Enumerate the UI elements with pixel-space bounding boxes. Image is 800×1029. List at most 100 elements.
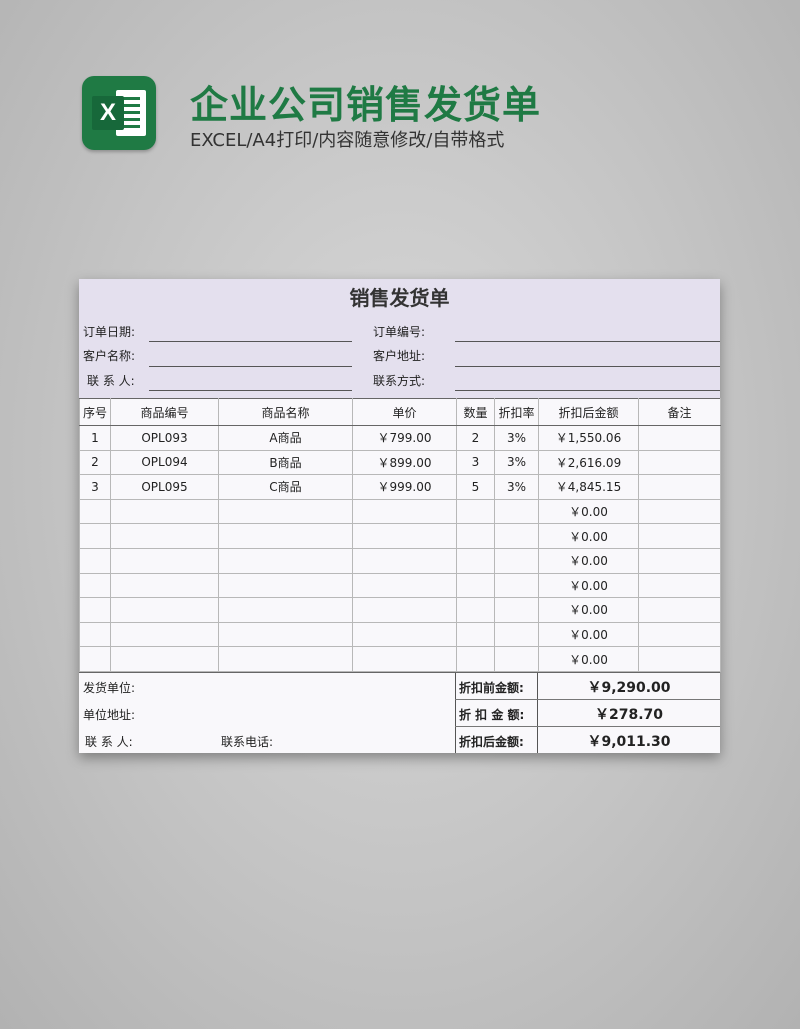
table-cell[interactable]: B商品: [218, 449, 353, 476]
table-cell[interactable]: [456, 597, 495, 623]
table-cell[interactable]: 5: [456, 474, 495, 500]
table-cell[interactable]: [456, 572, 495, 599]
table-cell[interactable]: ￥0.00: [538, 646, 639, 672]
table-cell[interactable]: [218, 523, 353, 549]
table-cell[interactable]: OPL093: [110, 425, 219, 451]
table-cell[interactable]: OPL094: [110, 449, 219, 476]
table-cell[interactable]: 3%: [494, 449, 539, 476]
table-header-row: 序号 商品编号 商品名称 单价 数量 折扣率 折扣后金额 备注: [79, 398, 721, 426]
table-cell[interactable]: ￥0.00: [538, 572, 639, 599]
table-cell[interactable]: [79, 498, 111, 525]
pre-discount-value: ￥9,290.00: [587, 679, 671, 696]
table-cell[interactable]: [79, 523, 111, 549]
table-cell[interactable]: ￥799.00: [352, 425, 457, 451]
table-cell[interactable]: [218, 498, 353, 525]
table-cell[interactable]: [638, 597, 721, 623]
table-cell[interactable]: [638, 523, 721, 549]
table-cell[interactable]: [79, 621, 111, 648]
table-cell[interactable]: [352, 498, 457, 525]
table-cell[interactable]: [352, 646, 457, 672]
table-cell[interactable]: [456, 547, 495, 574]
table-cell[interactable]: [218, 547, 353, 574]
customer-name-label: 客户名称:: [83, 349, 136, 363]
table-cell[interactable]: [494, 646, 539, 672]
table-cell[interactable]: ￥1,550.06: [538, 425, 639, 451]
table-cell[interactable]: 3: [456, 449, 495, 476]
contact-method-field[interactable]: [455, 390, 720, 391]
table-cell[interactable]: [494, 621, 539, 648]
table-cell[interactable]: [638, 572, 721, 599]
table-cell[interactable]: 3%: [494, 474, 539, 500]
table-cell[interactable]: [352, 523, 457, 549]
table-cell[interactable]: ￥2,616.09: [538, 449, 639, 476]
table-cell[interactable]: [352, 621, 457, 648]
invoice-title: 销售发货单: [349, 286, 450, 310]
table-cell[interactable]: [218, 646, 353, 672]
table-cell[interactable]: [110, 646, 219, 672]
table-cell[interactable]: 1: [79, 425, 111, 451]
table-cell[interactable]: ￥0.00: [538, 523, 639, 549]
table-cell[interactable]: [494, 547, 539, 574]
table-cell[interactable]: [218, 597, 353, 623]
table-cell[interactable]: [638, 425, 721, 451]
table-cell[interactable]: [494, 572, 539, 599]
page-subtitle: EXCEL/A4打印/内容随意修改/自带格式: [190, 130, 505, 151]
table-cell[interactable]: [352, 547, 457, 574]
discount-value: ￥278.70: [594, 706, 664, 723]
table-row: ￥0.00: [79, 547, 721, 574]
table-cell[interactable]: ￥999.00: [352, 474, 457, 500]
table-cell[interactable]: [110, 498, 219, 525]
col-header: 折扣率: [494, 398, 539, 426]
table-cell[interactable]: [494, 523, 539, 549]
table-cell[interactable]: [352, 572, 457, 599]
table-cell[interactable]: ￥0.00: [538, 547, 639, 574]
table-cell[interactable]: [79, 547, 111, 574]
table-cell[interactable]: ￥0.00: [538, 621, 639, 648]
table-cell[interactable]: A商品: [218, 425, 353, 451]
table-cell[interactable]: [638, 498, 721, 525]
table-cell[interactable]: [638, 646, 721, 672]
table-cell[interactable]: [456, 498, 495, 525]
table-cell[interactable]: [79, 597, 111, 623]
table-cell[interactable]: ￥0.00: [538, 498, 639, 525]
table-cell[interactable]: ￥899.00: [352, 449, 457, 476]
table-cell[interactable]: [638, 449, 721, 476]
table-cell[interactable]: [638, 474, 721, 500]
excel-x-letter: X: [92, 96, 124, 130]
order-date-field[interactable]: [149, 341, 352, 342]
items-table: 序号 商品编号 商品名称 单价 数量 折扣率 折扣后金额 备注 1 OPL093 A…: [79, 398, 721, 672]
table-cell[interactable]: [456, 523, 495, 549]
table-cell[interactable]: [456, 646, 495, 672]
table-cell[interactable]: [218, 572, 353, 599]
table-cell[interactable]: [110, 523, 219, 549]
table-cell[interactable]: [110, 597, 219, 623]
table-cell[interactable]: C商品: [218, 474, 353, 500]
excel-icon: X: [82, 76, 156, 150]
table-cell[interactable]: [638, 547, 721, 574]
table-cell[interactable]: [79, 572, 111, 599]
table-cell[interactable]: OPL095: [110, 474, 219, 500]
order-number-field[interactable]: [455, 341, 720, 342]
customer-name-field[interactable]: [149, 366, 352, 367]
table-cell[interactable]: [494, 597, 539, 623]
table-cell[interactable]: [218, 621, 353, 648]
table-cell[interactable]: [494, 498, 539, 525]
table-cell[interactable]: ￥4,845.15: [538, 474, 639, 500]
table-cell[interactable]: 2: [79, 449, 111, 476]
table-cell[interactable]: 3: [79, 474, 111, 500]
table-cell[interactable]: [638, 621, 721, 648]
post-discount-value: ￥9,011.30: [587, 733, 671, 750]
table-cell[interactable]: ￥0.00: [538, 597, 639, 623]
contact-person-field[interactable]: [149, 390, 352, 391]
table-cell[interactable]: [456, 621, 495, 648]
footer-contact-label: 联 系 人:: [85, 734, 133, 749]
table-cell[interactable]: [110, 572, 219, 599]
table-cell[interactable]: [110, 621, 219, 648]
table-cell[interactable]: [352, 597, 457, 623]
customer-address-field[interactable]: [455, 366, 720, 367]
order-number-label: 订单编号:: [373, 325, 426, 339]
table-cell[interactable]: 2: [456, 425, 495, 451]
table-cell[interactable]: [110, 547, 219, 574]
table-cell[interactable]: [79, 646, 111, 672]
table-cell[interactable]: 3%: [494, 425, 539, 451]
